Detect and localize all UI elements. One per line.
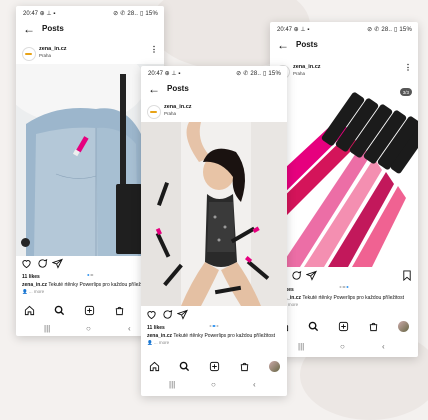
page-title: Posts bbox=[42, 24, 64, 33]
back-button[interactable]: ‹ bbox=[128, 324, 131, 333]
recents-button[interactable]: ||| bbox=[44, 324, 50, 333]
phone-screen-3: 20:47 ⊕ ⊥ ▪ ⊘ ✆ 28.. ▯ 15% ← Posts zena_… bbox=[270, 22, 418, 357]
author-avatar[interactable] bbox=[22, 47, 36, 61]
model-photo bbox=[141, 122, 287, 306]
more-link[interactable]: 👤 ... more bbox=[22, 289, 44, 295]
status-time: 20:47 ⊕ ⊥ ▪ bbox=[277, 27, 310, 33]
heart-icon[interactable] bbox=[146, 309, 157, 320]
status-indicators: ⊘ ✆ 28.. ▯ 15% bbox=[236, 71, 281, 77]
profile-avatar[interactable] bbox=[398, 321, 409, 332]
shop-icon[interactable] bbox=[368, 321, 379, 332]
back-arrow-icon[interactable]: ← bbox=[277, 38, 289, 52]
bookmark-icon[interactable] bbox=[402, 270, 412, 281]
search-icon[interactable] bbox=[54, 305, 65, 316]
comment-icon[interactable] bbox=[291, 270, 302, 281]
status-time: 20:47 ⊕ ⊥ ▪ bbox=[148, 71, 181, 77]
back-arrow-icon[interactable]: ← bbox=[148, 82, 160, 96]
post-image[interactable]: 3/3 bbox=[270, 82, 418, 267]
post-author[interactable]: zena_in.cz Praha ⋮ bbox=[270, 62, 418, 80]
add-post-icon[interactable] bbox=[209, 361, 220, 372]
comment-icon[interactable] bbox=[37, 258, 48, 269]
carousel-counter: 3/3 bbox=[399, 88, 412, 96]
system-nav: ||| ○ ‹ bbox=[270, 342, 418, 354]
like-count[interactable]: 11 likes bbox=[147, 325, 165, 331]
more-vert-icon[interactable]: ⋮ bbox=[404, 64, 412, 72]
heart-icon[interactable] bbox=[21, 258, 32, 269]
carousel-dots bbox=[338, 275, 349, 293]
page-title: Posts bbox=[167, 84, 189, 93]
home-button[interactable]: ○ bbox=[211, 380, 216, 389]
lipstick-photo bbox=[270, 82, 418, 267]
status-bar: 20:47 ⊕ ⊥ ▪ ⊘ ✆ 28.. ▯ 15% bbox=[270, 22, 418, 36]
status-time: 20:47 ⊕ ⊥ ▪ bbox=[23, 11, 56, 17]
author-location: Praha bbox=[164, 111, 177, 116]
post-caption: zena_in.cz Tekuté rtěnky Powerlips pro k… bbox=[22, 282, 151, 288]
status-bar: 20:47 ⊕ ⊥ ▪ ⊘ ✆ 28.. ▯ 15% bbox=[141, 66, 287, 80]
page-title: Posts bbox=[296, 40, 318, 49]
author-username[interactable]: zena_in.cz bbox=[293, 64, 321, 70]
recents-button[interactable]: ||| bbox=[169, 380, 175, 389]
comment-icon[interactable] bbox=[162, 309, 173, 320]
search-icon[interactable] bbox=[308, 321, 319, 332]
author-username[interactable]: zena_in.cz bbox=[164, 104, 192, 110]
home-button[interactable]: ○ bbox=[340, 342, 345, 351]
header: ← Posts bbox=[270, 38, 418, 54]
author-location: Praha bbox=[39, 53, 52, 58]
status-indicators: ⊘ ✆ 28.. ▯ 15% bbox=[367, 27, 412, 33]
add-post-icon[interactable] bbox=[84, 305, 95, 316]
share-icon[interactable] bbox=[306, 270, 317, 281]
back-button[interactable]: ‹ bbox=[382, 342, 385, 351]
shop-icon[interactable] bbox=[239, 361, 250, 372]
shop-icon[interactable] bbox=[114, 305, 125, 316]
home-icon[interactable] bbox=[149, 361, 160, 372]
profile-avatar[interactable] bbox=[269, 361, 280, 372]
author-avatar[interactable] bbox=[147, 105, 161, 119]
post-caption: zena_in.cz Tekuté rtěnky Powerlips pro k… bbox=[276, 295, 405, 301]
home-icon[interactable] bbox=[24, 305, 35, 316]
bottom-nav bbox=[270, 320, 418, 336]
header: ← Posts bbox=[16, 22, 164, 38]
header: ← Posts bbox=[141, 82, 287, 98]
author-username[interactable]: zena_in.cz bbox=[39, 46, 67, 52]
search-icon[interactable] bbox=[179, 361, 190, 372]
author-location: Praha bbox=[293, 71, 306, 76]
post-author[interactable]: zena_in.cz Praha ⋮ bbox=[16, 44, 164, 62]
post-author[interactable]: zena_in.cz Praha bbox=[141, 102, 287, 120]
phone-screen-2: 20:47 ⊕ ⊥ ▪ ⊘ ✆ 28.. ▯ 15% ← Posts zena_… bbox=[141, 66, 287, 396]
back-button[interactable]: ‹ bbox=[253, 380, 256, 389]
carousel-dots bbox=[86, 263, 94, 281]
recents-button[interactable]: ||| bbox=[298, 342, 304, 351]
system-nav: ||| ○ ‹ bbox=[141, 380, 287, 392]
bottom-nav bbox=[141, 360, 287, 376]
status-indicators: ⊘ ✆ 28.. ▯ 15% bbox=[113, 11, 158, 17]
user-tag-icon[interactable] bbox=[21, 238, 30, 247]
post-actions bbox=[141, 309, 287, 327]
add-post-icon[interactable] bbox=[338, 321, 349, 332]
post-actions bbox=[270, 270, 418, 288]
carousel-dots bbox=[208, 314, 219, 332]
more-link[interactable]: 👤 ... more bbox=[147, 340, 169, 346]
share-icon[interactable] bbox=[177, 309, 188, 320]
post-image[interactable] bbox=[141, 122, 287, 306]
share-icon[interactable] bbox=[52, 258, 63, 269]
like-count[interactable]: 11 likes bbox=[22, 274, 40, 280]
post-caption: zena_in.cz Tekuté rtěnky Powerlips pro k… bbox=[147, 333, 276, 339]
more-vert-icon[interactable]: ⋮ bbox=[150, 46, 158, 54]
home-button[interactable]: ○ bbox=[86, 324, 91, 333]
back-arrow-icon[interactable]: ← bbox=[23, 22, 35, 36]
status-bar: 20:47 ⊕ ⊥ ▪ ⊘ ✆ 28.. ▯ 15% bbox=[16, 6, 164, 20]
